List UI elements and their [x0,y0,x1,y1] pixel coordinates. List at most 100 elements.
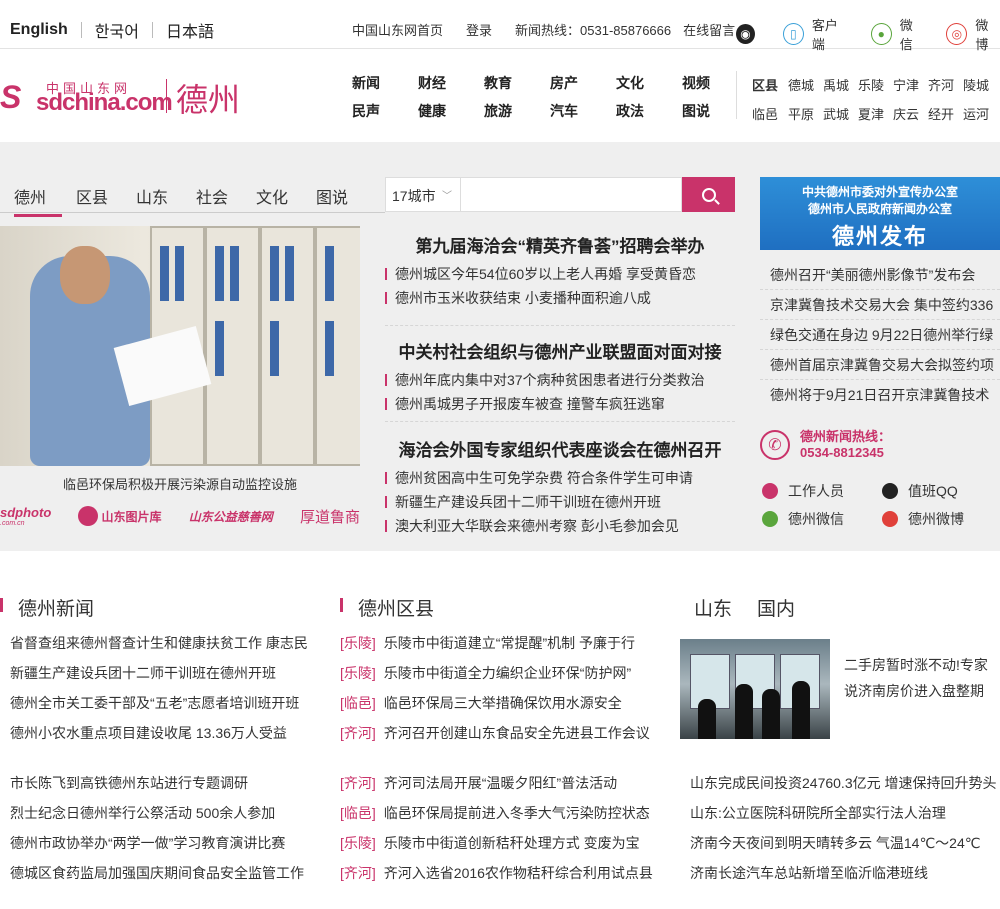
county-tag[interactable]: [乐陵] [340,835,376,851]
qq-icon[interactable]: ◉ [736,24,755,44]
headline-item[interactable]: 澳大利亚大华联会来德州考察 彭小毛参加会见 [385,514,735,538]
list-item[interactable]: [齐河] 齐河司法局开展“温暖夕阳红”普法活动 [340,768,660,798]
contact-qq[interactable]: 值班QQ [880,481,1000,501]
search-button[interactable] [682,177,735,212]
nav-item[interactable]: 图说 [682,101,748,121]
county-link[interactable]: 德城 [788,75,823,94]
list-item[interactable]: 德城区食药监局加强国庆期间食品安全监管工作 [10,858,320,888]
list-item[interactable]: 德州首届京津冀鲁交易大会拟签约项 [760,350,1000,380]
list-item[interactable]: 京津冀鲁技术交易大会 集中签约336 [760,290,1000,320]
list-item[interactable]: 市长陈飞到高铁德州东站进行专题调研 [10,768,320,798]
feature-photo[interactable] [0,226,360,466]
feature-caption[interactable]: 临邑环保局积极开展污染源自动监控设施 [0,474,360,493]
weibo-link[interactable]: 微博 [975,15,1000,53]
contact-wechat[interactable]: 德州微信 [760,509,880,529]
list-item[interactable]: 山东:公立医院科研院所全部实行法人治理 [690,798,1000,828]
login-link[interactable]: 登录 [466,20,492,39]
phone-icon[interactable]: ▯ [782,23,804,45]
list-item[interactable]: 德州将于9月21日召开京津冀鲁技术 [760,380,1000,410]
county-link[interactable]: 宁津 [893,75,928,94]
partner-lushang[interactable]: 厚道鲁商 [300,506,360,527]
lang-english[interactable]: English [10,21,68,39]
wechat-icon[interactable]: ● [870,23,892,45]
list-item[interactable]: 省督查组来德州督查计生和健康扶贫工作 康志民 [10,628,320,658]
partner-charity[interactable]: 山东公益慈善网 [189,508,273,525]
county-link[interactable]: 庆云 [893,104,928,123]
client-link[interactable]: 客户端 [812,15,849,53]
list-item[interactable]: 德州小农水重点项目建设收尾 13.36万人受益 [10,718,320,748]
nav-item[interactable]: 教育 [484,73,550,93]
county-tag[interactable]: [临邑] [340,695,376,711]
nav-item[interactable]: 财经 [418,73,484,93]
county-link[interactable]: 夏津 [858,104,893,123]
headline-item[interactable]: 德州贫困高中生可免学杂费 符合条件学生可申请 [385,466,735,490]
county-nav-heading[interactable]: 区县 [752,75,788,94]
list-item[interactable]: [临邑] 临邑环保局提前进入冬季大气污染防控状态 [340,798,660,828]
item-text[interactable]: 齐河召开创建山东食品安全先进县工作会议 [384,725,650,741]
headline-item[interactable]: 德州年底内集中对37个病种贫困患者进行分类救治 [385,368,735,392]
list-item[interactable]: 德州市政协举办“两学一做”学习教育演讲比赛 [10,828,320,858]
headline-item[interactable]: 新疆生产建设兵团十二师干训班在德州开班 [385,490,735,514]
lang-japanese[interactable]: 日本語 [166,18,214,42]
list-item[interactable]: 济南今天夜间到明天晴转多云 气温14℃～24℃ [690,828,1000,858]
nav-item[interactable]: 新闻 [352,73,418,93]
county-link[interactable]: 运河 [963,104,998,123]
home-link[interactable]: 中国山东网首页 [352,20,443,39]
item-text[interactable]: 临邑环保局三大举措确保饮用水源安全 [384,695,622,711]
partner-sdphoto[interactable]: sdphoto .com.cn [0,505,51,527]
headline-item[interactable]: 德州禹城男子开报废车被查 撞警车疯狂逃窜 [385,392,735,416]
nav-item[interactable]: 健康 [418,101,484,121]
dezhou-release-banner[interactable]: 中共德州市委对外宣传办公室 德州市人民政府新闻办公室 德州发布 [760,177,1000,250]
list-item[interactable]: [乐陵] 乐陵市中街道全力编织企业环保“防护网” [340,658,660,688]
nav-item[interactable]: 旅游 [484,101,550,121]
list-item[interactable]: [齐河] 齐河召开创建山东食品安全先进县工作会议 [340,718,660,748]
thumbnail-headline[interactable]: 二手房暂时涨不动!专家说济南房价进入盘整期 [844,652,994,704]
item-text[interactable]: 临邑环保局提前进入冬季大气污染防控状态 [384,805,650,821]
weibo-icon[interactable]: ◎ [946,23,968,45]
county-link[interactable]: 禹城 [823,75,858,94]
contact-weibo[interactable]: 德州微博 [880,509,1000,529]
list-item[interactable]: 德州全市关工委干部及“五老”志愿者培训班开班 [10,688,320,718]
headline-item[interactable]: 德州市玉米收获结束 小麦播种面积逾八成 [385,286,735,310]
list-item[interactable]: [齐河] 齐河入选省2016农作物秸秆综合利用试点县 [340,858,660,888]
partner-photo-library[interactable]: 山东图片库 [78,506,162,526]
item-text[interactable]: 齐河司法局开展“温暖夕阳红”普法活动 [384,775,617,791]
wechat-link[interactable]: 微信 [900,15,925,53]
tab-shandong[interactable]: 山东 [694,594,732,620]
tab-domestic[interactable]: 国内 [757,594,795,620]
contact-staff[interactable]: 工作人员 [760,481,880,501]
nav-item[interactable]: 政法 [616,101,682,121]
nav-item[interactable]: 民声 [352,101,418,121]
list-item[interactable]: 烈士纪念日德州举行公祭活动 500余人参加 [10,798,320,828]
county-tag[interactable]: [齐河] [340,865,376,881]
nav-item[interactable]: 房产 [550,73,616,93]
county-tag[interactable]: [齐河] [340,725,376,741]
county-tag[interactable]: [临邑] [340,805,376,821]
county-link[interactable]: 临邑 [752,104,788,123]
list-item[interactable]: [乐陵] 乐陵市中街道建立“常提醒”机制 予廉于行 [340,628,660,658]
list-item[interactable]: 山东完成民间投资24760.3亿元 增速保持回升势头 [690,768,1000,798]
county-link[interactable]: 武城 [823,104,858,123]
item-text[interactable]: 乐陵市中街道创新秸秆处理方式 变废为宝 [384,835,640,851]
county-link[interactable]: 陵城 [963,75,998,94]
news-thumbnail[interactable] [680,639,830,739]
lang-korean[interactable]: 한국어 [95,18,139,42]
list-item[interactable]: 新疆生产建设兵团十二师干训班在德州开班 [10,658,320,688]
headline-title[interactable]: 海洽会外国专家组织代表座谈会在德州召开 [385,430,735,466]
county-link[interactable]: 平原 [788,104,823,123]
list-item[interactable]: 绿色交通在身边 9月22日德州举行绿 [760,320,1000,350]
list-item[interactable]: 德州召开“美丽德州影像节”发布会 [760,260,1000,290]
nav-item[interactable]: 视频 [682,73,748,93]
county-tag[interactable]: [齐河] [340,775,376,791]
nav-item[interactable]: 汽车 [550,101,616,121]
item-text[interactable]: 乐陵市中街道全力编织企业环保“防护网” [384,665,631,681]
headline-title[interactable]: 中关村社会组织与德州产业联盟面对面对接 [385,332,735,368]
search-input[interactable] [461,177,682,212]
county-link[interactable]: 经开 [928,104,963,123]
list-item[interactable]: 济南长途汽车总站新增至临沂临港班线 [690,858,1000,888]
message-link[interactable]: 在线留言 [683,20,735,39]
section-title[interactable]: 德州区县 [340,594,660,620]
county-tag[interactable]: [乐陵] [340,635,376,651]
county-tag[interactable]: [乐陵] [340,665,376,681]
list-item[interactable]: [乐陵] 乐陵市中街道创新秸秆处理方式 变废为宝 [340,828,660,858]
